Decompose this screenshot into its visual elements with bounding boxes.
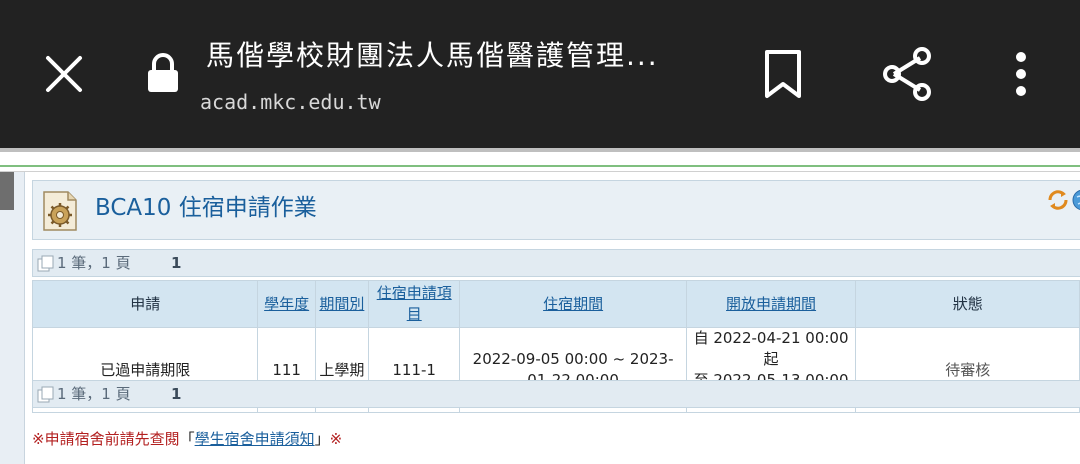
document-settings-icon: [43, 191, 77, 231]
col-application-item[interactable]: 住宿申請項目: [367, 280, 461, 328]
table-header-row: 申請 學年度 期間別 住宿申請項目 住宿期間 開放申請期間 狀態: [31, 280, 1080, 328]
notice-close-quote: 」: [314, 430, 330, 448]
app-title: BCA10 住宿申請作業: [95, 195, 317, 221]
lock-icon[interactable]: [146, 52, 180, 94]
dorm-guidelines-link[interactable]: 學生宿舍申請須知: [195, 430, 315, 448]
page-url[interactable]: acad.mkc.edu.tw: [200, 88, 381, 116]
col-term[interactable]: 期間別: [314, 280, 369, 328]
pages-icon: [37, 255, 54, 272]
pager-top: 1 筆，1 頁 1: [32, 249, 1080, 277]
notice-text: ※申請宿舍前請先查閱「學生宿舍申請須知」※: [32, 428, 342, 450]
notice-open-quote: 「: [179, 430, 195, 448]
globe-icon[interactable]: [1072, 189, 1080, 211]
refresh-icon[interactable]: [1046, 188, 1070, 212]
pager-count: 1 筆，1 頁: [57, 385, 131, 403]
notice-suffix: ※: [329, 430, 343, 448]
col-stay-period[interactable]: 住宿期間: [459, 280, 687, 328]
col-apply: 申請: [31, 280, 259, 328]
pager-page-number[interactable]: 1: [171, 381, 181, 407]
bookmark-icon[interactable]: [762, 48, 804, 100]
notice-prefix: ※申請宿舍前請先查閱: [32, 430, 180, 448]
pages-icon: [37, 386, 54, 403]
pager-bottom: 1 筆，1 頁 1: [32, 380, 1080, 408]
close-icon[interactable]: [44, 54, 84, 94]
col-status: 狀態: [855, 280, 1080, 328]
left-frame: [0, 172, 25, 464]
left-frame-handle[interactable]: [0, 172, 14, 210]
col-open-period[interactable]: 開放申請期間: [685, 280, 857, 328]
col-academic-year[interactable]: 學年度: [257, 280, 316, 328]
toolbar-divider: [0, 148, 1080, 152]
share-icon[interactable]: [880, 46, 934, 102]
pager-page-number[interactable]: 1: [171, 250, 181, 276]
page-accent-line: [0, 165, 1080, 167]
page-title[interactable]: 馬偕學校財團法人馬偕醫護管理...: [206, 36, 726, 76]
open-period-start: 自 2022-04-21 00:00 起: [693, 329, 849, 368]
page-divider: [0, 171, 1080, 172]
more-options-icon[interactable]: [1008, 50, 1034, 100]
pager-count: 1 筆，1 頁: [57, 254, 131, 272]
